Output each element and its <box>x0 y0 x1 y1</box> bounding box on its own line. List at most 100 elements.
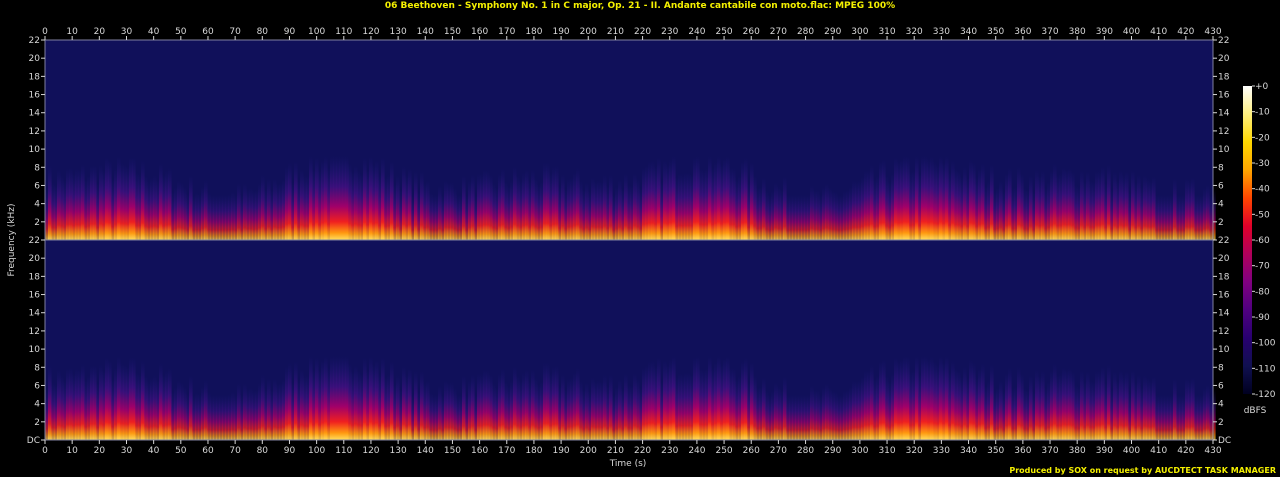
credit-text: Produced by SOX on request by AUCDTECT T… <box>1009 466 1276 475</box>
x-tick-label: 180 <box>525 446 542 456</box>
y-tick-label-right: 2 <box>1218 418 1224 428</box>
y-tick-label: 4 <box>34 200 40 210</box>
y-tick-label-right: 14 <box>1218 309 1230 319</box>
y-tick-label: 8 <box>34 363 40 373</box>
colorbar: +0 -10 -20 -30 -40 -50 -60 -70 -80 -90 -100 -110 -12… <box>1243 82 1276 400</box>
y-tick-label-right: 16 <box>1218 91 1230 101</box>
x-tick-label: 100 <box>308 446 325 456</box>
x-tick-label: 290 <box>824 446 841 456</box>
channel-1-panel <box>44 39 1216 241</box>
y-tick-label-right: 4 <box>1218 200 1224 210</box>
y-tick-label-right: 14 <box>1218 109 1230 119</box>
y-tick-label: 2 <box>34 418 40 428</box>
x-tick-label-top: 260 <box>743 27 760 37</box>
y-tick-label: 20 <box>29 254 41 264</box>
x-tick-label: 200 <box>580 446 597 456</box>
x-tick-label-top: 40 <box>148 27 160 37</box>
x-tick-label: 20 <box>94 446 106 456</box>
x-tick-label-top: 300 <box>851 27 868 37</box>
channel-2-panel <box>44 239 1216 441</box>
x-tick-label-top: 80 <box>257 27 269 37</box>
y-tick-label-right: 12 <box>1218 327 1229 337</box>
y-tick-label-right: 18 <box>1218 272 1230 282</box>
x-tick-label: 120 <box>362 446 379 456</box>
y-tick-label: 4 <box>34 400 40 410</box>
x-tick-label: 230 <box>661 446 678 456</box>
x-tick-label: 40 <box>148 446 160 456</box>
x-tick-label-top: 140 <box>417 27 434 37</box>
x-tick-label: 410 <box>1150 446 1167 456</box>
y-tick-label-right: 16 <box>1218 291 1230 301</box>
x-tick-label-top: 70 <box>229 27 241 37</box>
x-tick-label-top: 130 <box>390 27 407 37</box>
x-tick-label-top: 410 <box>1150 27 1167 37</box>
x-tick-label-top: 270 <box>770 27 787 37</box>
x-tick-label-top: 10 <box>66 27 78 37</box>
colorbar-tick-label: -10 <box>1255 108 1270 118</box>
colorbar-tick-label: -90 <box>1255 313 1270 323</box>
x-tick-label: 160 <box>471 446 488 456</box>
x-tick-label: 260 <box>743 446 760 456</box>
x-tick-label: 10 <box>66 446 78 456</box>
x-tick-label: 370 <box>1041 446 1058 456</box>
y-tick-label: 22 <box>29 36 40 46</box>
x-tick-label-top: 190 <box>552 27 569 37</box>
colorbar-tick-label: -80 <box>1255 287 1270 297</box>
x-tick-label: 30 <box>121 446 133 456</box>
y-axis-label: Frequency (kHz) <box>7 203 17 276</box>
x-tick-label-top: 310 <box>878 27 895 37</box>
x-tick-label-top: 200 <box>580 27 597 37</box>
x-tick-label-top: 180 <box>525 27 542 37</box>
x-tick-label-top: 30 <box>121 27 133 37</box>
x-tick-label: 430 <box>1204 446 1221 456</box>
x-tick-label: 110 <box>335 446 352 456</box>
channel-plots <box>44 39 1216 441</box>
x-tick-label-top: 110 <box>335 27 352 37</box>
colorbar-tick-label: -120 <box>1255 390 1276 400</box>
x-tick-label-top: 350 <box>987 27 1004 37</box>
y-tick-label: 16 <box>29 291 41 301</box>
x-tick-label-top: 420 <box>1177 27 1194 37</box>
x-tick-label-top: 290 <box>824 27 841 37</box>
x-tick-label: 350 <box>987 446 1004 456</box>
x-tick-label: 150 <box>444 446 461 456</box>
colorbar-scale <box>1243 86 1252 394</box>
y-tick-label: 12 <box>29 127 40 137</box>
x-tick-label-top: 230 <box>661 27 678 37</box>
x-tick-label-top: 150 <box>444 27 461 37</box>
x-tick-label: 360 <box>1014 446 1031 456</box>
x-tick-label: 80 <box>257 446 269 456</box>
x-tick-label: 250 <box>715 446 732 456</box>
x-tick-label: 380 <box>1069 446 1086 456</box>
y-tick-label: 20 <box>29 54 41 64</box>
y-tick-label-right: 10 <box>1218 345 1230 355</box>
x-tick-label-top: 160 <box>471 27 488 37</box>
y-tick-label-right: 20 <box>1218 254 1230 264</box>
colorbar-tick-label: +0 <box>1255 82 1269 92</box>
y-tick-label: DC <box>27 436 40 446</box>
x-tick-label-top: 0 <box>42 27 48 37</box>
x-tick-label: 210 <box>607 446 624 456</box>
y-tick-label-right: 8 <box>1218 363 1224 373</box>
y-tick-label: 12 <box>29 327 40 337</box>
spectrogram-chart: 2 24 46 68 810 1012 1214 1416 1618 1820 2022 22DC DC… <box>7 27 1276 469</box>
y-tick-label: 16 <box>29 91 41 101</box>
y-tick-label: 18 <box>29 72 41 82</box>
x-tick-label: 70 <box>229 446 241 456</box>
x-tick-label: 400 <box>1123 446 1140 456</box>
y-tick-label-right: 4 <box>1218 400 1224 410</box>
x-tick-label-top: 120 <box>362 27 379 37</box>
y-tick-label: 6 <box>34 181 40 191</box>
y-tick-label: 8 <box>34 163 40 173</box>
y-tick-label: 14 <box>29 109 41 119</box>
colorbar-label: dBFS <box>1244 406 1267 416</box>
x-tick-label-top: 170 <box>498 27 515 37</box>
y-tick-label-right: 12 <box>1218 127 1229 137</box>
y-tick-label-right: 22 <box>1218 236 1229 246</box>
x-tick-label-top: 220 <box>634 27 651 37</box>
x-tick-label: 50 <box>175 446 187 456</box>
x-tick-label-top: 90 <box>284 27 296 37</box>
colorbar-tick-label: -30 <box>1255 159 1270 169</box>
x-tick-label-top: 240 <box>688 27 705 37</box>
x-tick-label-top: 380 <box>1069 27 1086 37</box>
